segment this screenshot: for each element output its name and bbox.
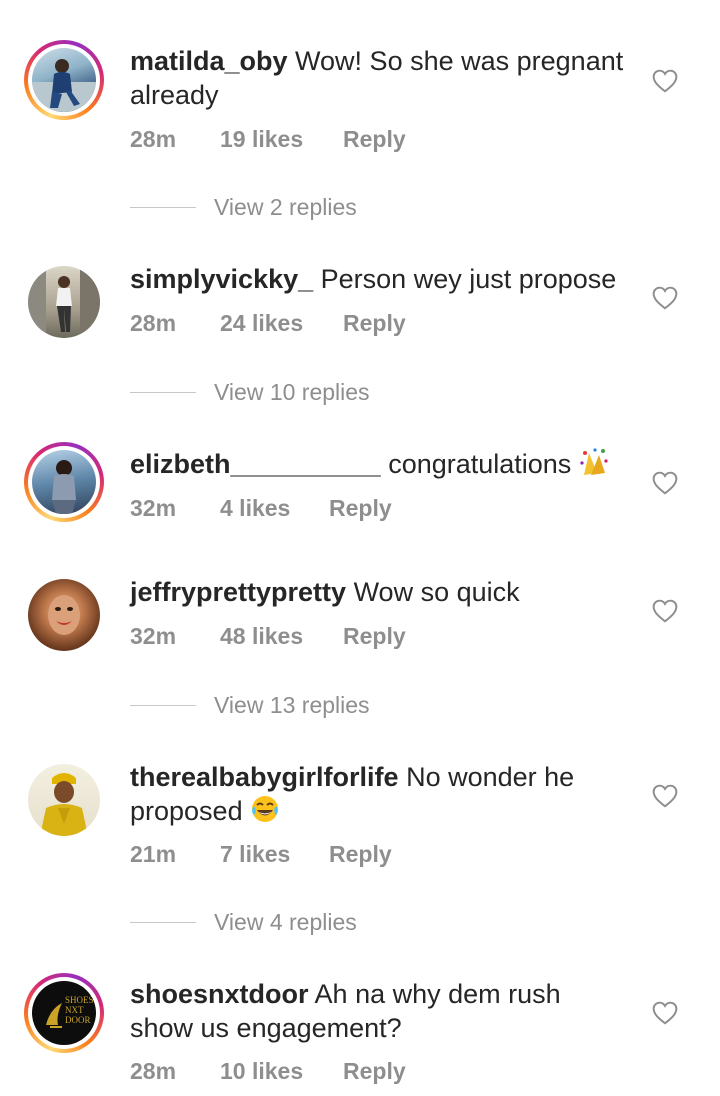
heart-outline-icon[interactable]	[652, 1001, 678, 1025]
comment-text: matilda_oby Wow! So she was pregnant alr…	[130, 44, 630, 112]
comment-body: Person wey just propose	[313, 264, 617, 294]
confetti-emoji-icon	[580, 448, 608, 475]
comment-username[interactable]: shoesnxtdoor	[130, 979, 309, 1009]
comment-time: 32m	[130, 495, 177, 521]
avatar-story-ring[interactable]	[24, 40, 104, 120]
avatar: SHOES NXT DOOR	[32, 981, 96, 1045]
reply-button[interactable]: Reply	[343, 126, 406, 153]
divider-line	[130, 206, 196, 208]
comment-body: Ah na why dem rush	[308, 979, 561, 1009]
view-replies-button[interactable]: View 10 replies	[130, 377, 370, 407]
avatar-wrap[interactable]	[24, 262, 104, 342]
comment-username[interactable]: simplyvickky_	[130, 264, 313, 294]
comment-text: simplyvickky_ Person wey just propose	[130, 262, 630, 296]
view-replies-button[interactable]: View 13 replies	[130, 690, 370, 720]
comment-username[interactable]: therealbabygirlforlife	[130, 762, 399, 792]
comment-likes[interactable]: 10 likes	[220, 1058, 343, 1085]
comment-text: elizbeth__________ congratulations	[130, 447, 630, 481]
view-replies-label: View 10 replies	[214, 378, 370, 405]
comment-username[interactable]: matilda_oby	[130, 46, 288, 76]
reply-button[interactable]: Reply	[329, 495, 392, 522]
avatar-story-ring[interactable]	[24, 442, 104, 522]
avatar	[28, 266, 100, 338]
comment-text: shoesnxtdoor Ah na why dem rush show us …	[130, 977, 630, 1045]
avatar	[32, 48, 96, 112]
comment-meta: 28m 19 likes Reply	[130, 126, 406, 153]
comment-time: 21m	[130, 841, 177, 867]
heart-outline-icon[interactable]	[652, 784, 678, 808]
comment-body: Wow so quick	[346, 577, 520, 607]
divider-line	[130, 921, 196, 923]
logo-text-line3: DOOR	[65, 1015, 91, 1025]
heart-outline-icon[interactable]	[652, 599, 678, 623]
comment-likes[interactable]: 24 likes	[220, 310, 343, 337]
heart-outline-icon[interactable]	[652, 286, 678, 310]
reply-button[interactable]: Reply	[329, 841, 392, 868]
comment-time: 28m	[130, 1058, 177, 1084]
avatar-wrap[interactable]	[24, 760, 104, 840]
comment-meta: 28m 24 likes Reply	[130, 310, 406, 337]
comment-username[interactable]: jeffryprettypretty	[130, 577, 346, 607]
comment-likes[interactable]: 19 likes	[220, 126, 343, 153]
avatar-wrap[interactable]	[24, 575, 104, 655]
comment-body: Wow! So she was pregnant	[287, 46, 624, 76]
view-replies-button[interactable]: View 4 replies	[130, 907, 357, 937]
comment-meta: 21m 7 likes Reply	[130, 841, 392, 868]
divider-line	[130, 704, 196, 706]
comment-body: congratulations	[380, 449, 572, 479]
comment-meta: 32m 48 likes Reply	[130, 623, 406, 650]
comment-likes[interactable]: 4 likes	[220, 495, 329, 522]
view-replies-button[interactable]: View 2 replies	[130, 192, 357, 222]
heart-outline-icon[interactable]	[652, 69, 678, 93]
comment-meta: 32m 4 likes Reply	[130, 495, 392, 522]
avatar	[28, 764, 100, 836]
comment-username[interactable]: elizbeth__________	[130, 449, 381, 479]
view-replies-label: View 13 replies	[214, 691, 370, 718]
divider-line	[130, 391, 196, 393]
view-replies-label: View 4 replies	[214, 908, 357, 935]
comment-body: No wonder he	[398, 762, 575, 792]
comment-meta: 28m 10 likes Reply	[130, 1058, 406, 1085]
comment-body-continued: show us engagement?	[130, 1013, 402, 1043]
comment-text: jeffryprettypretty Wow so quick	[130, 575, 630, 609]
reply-button[interactable]: Reply	[343, 623, 406, 650]
comment-likes[interactable]: 7 likes	[220, 841, 329, 868]
comment-time: 28m	[130, 310, 177, 336]
reply-button[interactable]: Reply	[343, 310, 406, 337]
avatar-story-ring[interactable]: SHOES NXT DOOR	[24, 973, 104, 1053]
avatar	[32, 450, 96, 514]
comment-time: 28m	[130, 126, 177, 152]
comment-text: therealbabygirlforlife No wonder he prop…	[130, 760, 630, 828]
laughing-tears-emoji-icon	[252, 796, 279, 822]
logo-text-line1: SHOES	[65, 995, 94, 1005]
avatar	[28, 579, 100, 651]
logo-text-line2: NXT	[65, 1005, 84, 1015]
reply-button[interactable]: Reply	[343, 1058, 406, 1085]
comment-likes[interactable]: 48 likes	[220, 623, 343, 650]
comment-time: 32m	[130, 623, 177, 649]
view-replies-label: View 2 replies	[214, 193, 357, 220]
comment-body-continued: proposed	[130, 796, 243, 826]
heart-outline-icon[interactable]	[652, 471, 678, 495]
comment-body-continued: already	[130, 80, 219, 110]
